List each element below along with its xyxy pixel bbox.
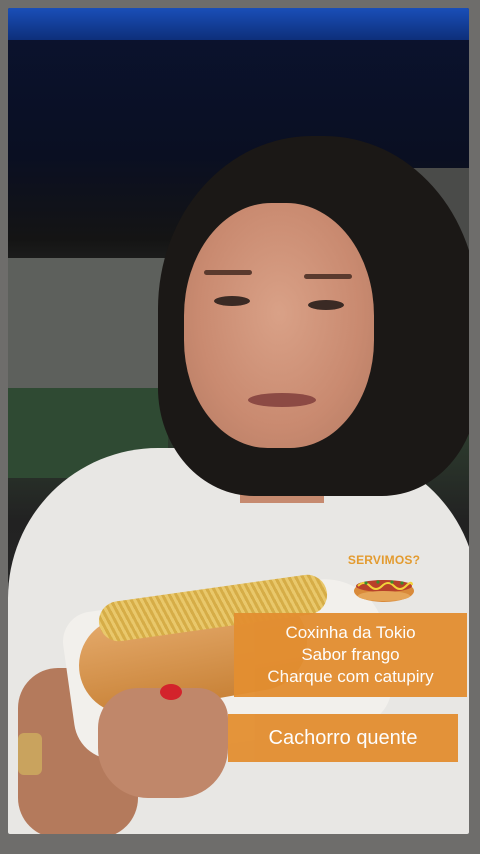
hotdog-label: Cachorro quente	[268, 726, 418, 749]
red-nail	[160, 684, 182, 700]
hand	[98, 688, 228, 798]
menu-line-2: Sabor frango	[301, 645, 400, 664]
left-eye	[214, 296, 250, 306]
menu-text-box[interactable]: Coxinha da Tokio Sabor frango Charque co…	[234, 613, 467, 697]
story-frame	[8, 8, 469, 834]
background-wall	[8, 258, 168, 388]
blue-tarp	[8, 8, 469, 40]
menu-line-3: Charque com catupiry	[267, 667, 434, 686]
hot-dog-icon	[354, 580, 414, 602]
hotdog-text-box[interactable]: Cachorro quente	[228, 714, 458, 762]
sticker-label: SERVIMOS?	[347, 553, 421, 567]
wrist-watch	[18, 733, 42, 775]
left-eyebrow	[204, 270, 252, 275]
right-eyebrow	[304, 274, 352, 279]
right-eye	[308, 300, 344, 310]
face	[184, 203, 374, 448]
menu-line-1: Coxinha da Tokio	[285, 623, 416, 642]
mouth	[248, 393, 316, 407]
servimos-sticker[interactable]: SERVIMOS?	[346, 553, 422, 613]
